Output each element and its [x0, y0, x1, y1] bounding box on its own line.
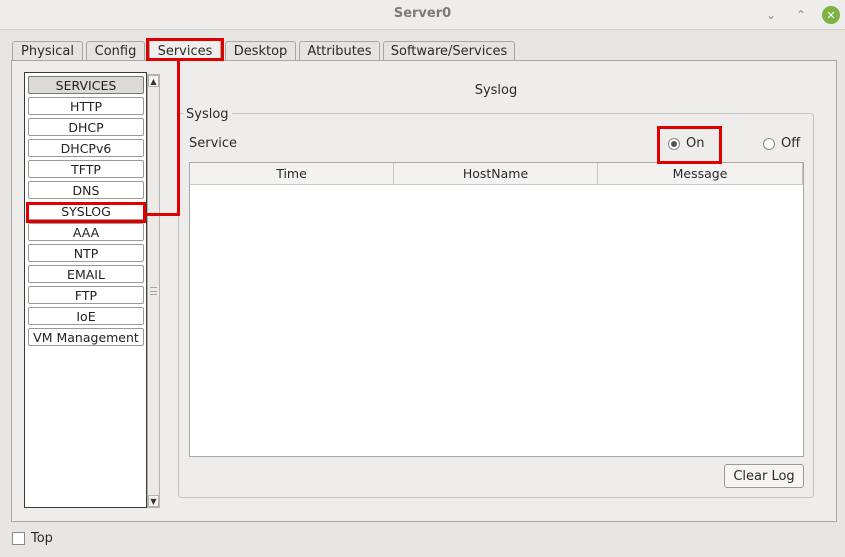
service-label: Service [189, 136, 238, 151]
service-off-label: Off [781, 136, 801, 151]
syslog-page-title: Syslog [474, 83, 518, 98]
window-title: Server0 [393, 6, 452, 21]
service-on-radio[interactable]: On [668, 136, 704, 151]
scroll-grip-icon[interactable] [150, 287, 157, 295]
service-item-ftp[interactable]: FTP [28, 286, 144, 304]
service-item-email[interactable]: EMAIL [28, 265, 144, 283]
service-item-dns[interactable]: DNS [28, 181, 144, 199]
service-item-tftp[interactable]: TFTP [28, 160, 144, 178]
tab-software-services[interactable]: Software/Services [383, 41, 515, 61]
minimize-icon[interactable]: ⌄ [762, 6, 780, 24]
service-item-aaa[interactable]: AAA [28, 223, 144, 241]
scroll-up-icon[interactable]: ▲ [148, 75, 159, 87]
tab-attributes[interactable]: Attributes [299, 41, 380, 61]
column-header-hostname[interactable]: HostName [394, 163, 598, 185]
tab-physical[interactable]: Physical [12, 41, 83, 61]
service-item-http[interactable]: HTTP [28, 97, 144, 115]
checkbox-icon[interactable] [12, 532, 25, 545]
services-header-button[interactable]: SERVICES [28, 76, 144, 94]
clear-log-button[interactable]: Clear Log [724, 464, 804, 488]
service-item-ioe[interactable]: IoE [28, 307, 144, 325]
syslog-group-label: Syslog [183, 107, 232, 122]
top-label: Top [31, 531, 53, 546]
tab-services[interactable]: Services [149, 40, 221, 61]
title-bar: Server0 ⌄ ⌃ ✕ [0, 0, 845, 30]
top-checkbox[interactable]: Top [12, 531, 53, 546]
column-header-message[interactable]: Message [598, 163, 803, 185]
service-item-dhcp[interactable]: DHCP [28, 118, 144, 136]
radio-checked-icon[interactable] [668, 137, 680, 150]
service-item-dhcpv6[interactable]: DHCPv6 [28, 139, 144, 157]
radio-unchecked-icon[interactable] [763, 137, 775, 150]
column-header-time[interactable]: Time [190, 163, 394, 185]
maximize-icon[interactable]: ⌃ [792, 6, 810, 24]
service-item-vm-management[interactable]: VM Management [28, 328, 144, 346]
tab-config[interactable]: Config [86, 41, 145, 61]
syslog-table[interactable]: Time HostName Message [189, 162, 804, 457]
services-list: SERVICES HTTP DHCP DHCPv6 TFTP DNS SYSLO… [24, 72, 147, 508]
service-off-radio[interactable]: Off [763, 136, 800, 151]
service-item-ntp[interactable]: NTP [28, 244, 144, 262]
services-scrollbar[interactable]: ▲ ▼ [147, 74, 160, 508]
scroll-down-icon[interactable]: ▼ [148, 495, 159, 507]
close-icon[interactable]: ✕ [822, 6, 840, 24]
tab-desktop[interactable]: Desktop [225, 41, 296, 61]
service-on-label: On [686, 136, 705, 151]
service-item-syslog[interactable]: SYSLOG [28, 202, 144, 220]
